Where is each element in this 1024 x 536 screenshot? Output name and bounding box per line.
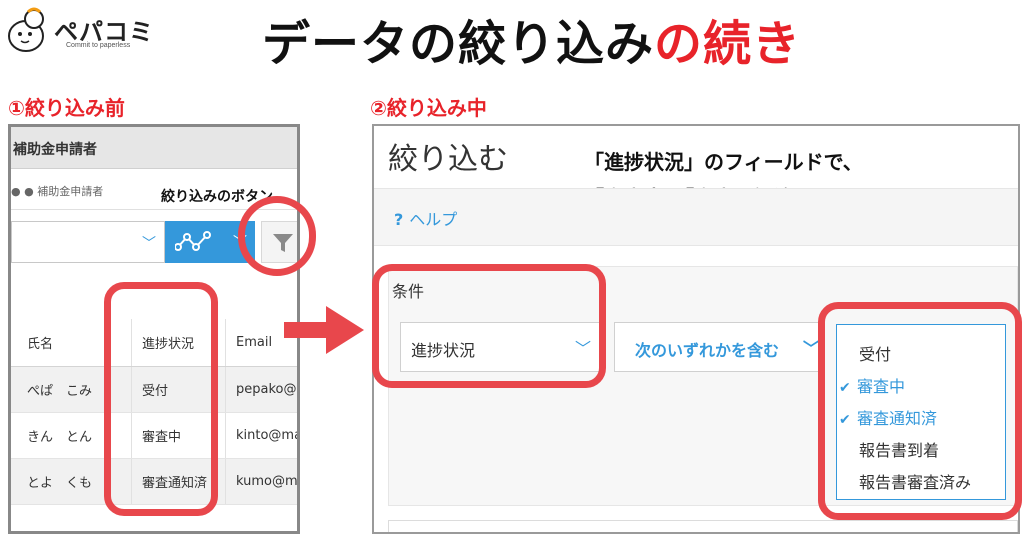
help-link[interactable]: ? ヘルプ: [394, 206, 457, 230]
view-select[interactable]: ﹀: [11, 221, 165, 263]
status-column-highlight: [104, 282, 218, 516]
mascot-icon: [8, 7, 44, 52]
graph-icon: [175, 231, 211, 251]
section-label-before: ①絞り込み前: [8, 96, 125, 120]
page-title-accent: の続き: [654, 16, 802, 72]
help-icon: ?: [394, 210, 404, 229]
brand-tagline: Commit to paperless: [66, 42, 131, 49]
breadcrumb[interactable]: ● ● 補助金申請者: [11, 183, 103, 199]
cell-email: kumo@mai: [225, 459, 297, 504]
help-band: [374, 188, 1018, 246]
dialog-title: 絞り込む: [388, 142, 508, 177]
app-title: 補助金申請者: [13, 142, 97, 158]
chevron-down-icon: ﹀: [802, 339, 819, 358]
next-condition-row: [388, 520, 1018, 532]
operator-select[interactable]: 次のいずれかを含む ﹀: [614, 322, 824, 372]
arrow-right-icon: [284, 306, 364, 354]
cell-email: pepako@m: [225, 367, 297, 412]
chevron-down-icon: ﹀: [142, 236, 156, 252]
filter-button-highlight: [238, 196, 316, 276]
section-label-during: ②絞り込み中: [370, 96, 487, 120]
cell-email: kinto@mail: [225, 413, 297, 458]
options-highlight: [818, 302, 1022, 520]
logo: ペパコミ Commit to paperless: [4, 6, 154, 58]
app-header: 補助金申請者: [11, 127, 297, 169]
page-title-main: データの絞り込み: [262, 16, 655, 72]
page-title: データの絞り込みの続き: [262, 4, 801, 74]
note-line: 「進捗状況」のフィールドで、: [584, 150, 863, 174]
help-label: ヘルプ: [409, 210, 458, 229]
field-select-highlight: [372, 264, 606, 388]
operator-select-value: 次のいずれかを含む: [635, 341, 780, 360]
